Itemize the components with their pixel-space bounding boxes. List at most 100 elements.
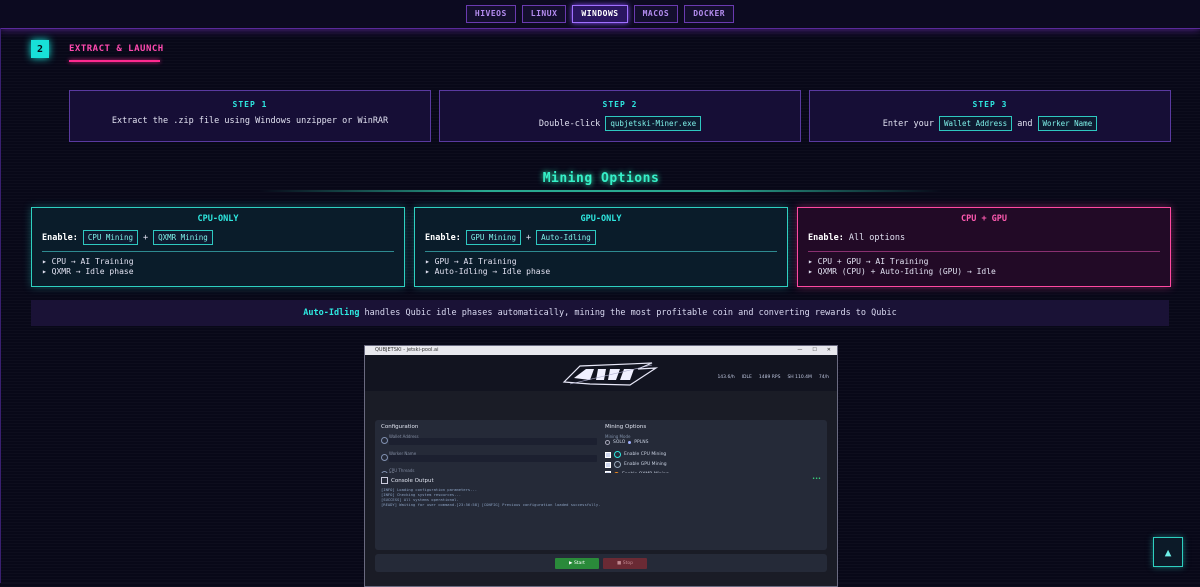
top-nav-bar: HIVEOS LINUX WINDOWS MACOS DOCKER [0, 0, 1200, 29]
app-action-bar: ▶ Start ■ Stop [375, 554, 827, 572]
checkbox-icon[interactable] [605, 461, 611, 468]
field-input[interactable] [389, 438, 597, 445]
config-title: Configuration [381, 424, 419, 430]
wallet-address-field[interactable]: Wallet Address [381, 434, 597, 445]
app-mining-title: Mining Options [605, 424, 647, 430]
tab-docker[interactable]: DOCKER [684, 5, 735, 23]
enable-label: Enable: [425, 232, 461, 243]
stat-rps: 1489 RPS [758, 375, 781, 380]
option-title: CPU + GPU [960, 214, 1008, 224]
section-title: EXTRACT & LAUNCH [69, 44, 164, 54]
step-text: Double-click [538, 118, 601, 129]
start-button[interactable]: ▶ Start [555, 558, 599, 569]
app-stats-bar: 143.6/h IDLE 1489 RPS SH 110.4M 74/h [717, 375, 829, 380]
wallet-address-code: Wallet Address [938, 116, 1013, 131]
stat-hashrate: 143.6/h [717, 375, 735, 380]
option-line: ▸ Auto-Idling → Idle phase [425, 267, 551, 276]
step-card-2: STEP 2 Double-click qubjetski-Miner.exe [439, 90, 801, 142]
cpu-icon [614, 451, 621, 458]
stat-shares: SH 110.4M [787, 375, 812, 380]
check-label: Enable CPU Mining [624, 452, 667, 457]
banner-highlight: Auto-Idling [303, 308, 360, 318]
mining-mode-radios: SOLO PPLNS [605, 440, 648, 445]
user-icon [381, 454, 388, 461]
option-divider [425, 251, 777, 252]
stop-button[interactable]: ■ Stop [603, 558, 647, 569]
step-text-and: and [1017, 118, 1033, 129]
worker-name-field[interactable]: Worker Name [381, 451, 597, 462]
option-title: CPU-ONLY [197, 214, 239, 224]
option-line: ▸ CPU + GPU → AI Training [808, 257, 929, 266]
plus-sign: + [525, 232, 532, 243]
mining-mode-label: Mining Mode [605, 434, 631, 439]
tab-hiveos[interactable]: HIVEOS [465, 5, 516, 23]
app-header: 143.6/h IDLE 1489 RPS SH 110.4M 74/h [365, 355, 837, 391]
tab-windows[interactable]: WINDOWS [572, 5, 628, 23]
console-log: [INFO] Loading configuration parameters.… [381, 487, 821, 507]
option-card-cpu-gpu: CPU + GPU Enable: All options ▸ CPU + GP… [797, 207, 1171, 287]
step-label: STEP 3 [972, 100, 1008, 109]
check-label: Enable GPU Mining [624, 462, 667, 467]
console-line: [READY] Waiting for user command.[23:56:… [381, 502, 601, 507]
mining-title-divider [259, 190, 942, 192]
close-icon[interactable]: ✕ [827, 346, 831, 355]
tag-auto-idling: Auto-Idling [536, 230, 596, 245]
miner-app-window: QUBJETSKI - jetski-pool.ai — ☐ ✕ 143.6/h… [364, 345, 838, 587]
step-label: STEP 1 [232, 100, 268, 109]
tab-macos[interactable]: MACOS [633, 5, 679, 23]
enable-label: Enable: [42, 232, 78, 243]
minimize-icon[interactable]: — [797, 346, 802, 355]
check-cpu-mining[interactable]: Enable CPU Mining [605, 451, 666, 458]
console-output-panel: Console Output ••• [INFO] Loading config… [375, 473, 827, 550]
gpu-icon [614, 461, 621, 468]
radio-solo-icon[interactable] [605, 440, 610, 445]
banner-text: handles Qubic idle phases automatically,… [364, 308, 897, 318]
app-window-title: QUBJETSKI - jetski-pool.ai [375, 347, 439, 353]
os-tabs: HIVEOS LINUX WINDOWS MACOS DOCKER [0, 5, 1200, 23]
mode-solo[interactable]: SOLO [613, 440, 625, 445]
exe-filename-code: qubjetski-Miner.exe [605, 116, 702, 131]
mode-pplns[interactable]: PPLNS [634, 440, 648, 445]
auto-idling-banner: Auto-Idling handles Qubic idle phases au… [31, 300, 1169, 326]
checkbox-icon[interactable] [605, 451, 611, 458]
stat-rate: 74/h [818, 375, 829, 380]
extract-launch-section: 2 EXTRACT & LAUNCH STEP 1 Extract the .z… [0, 28, 1200, 587]
option-divider [808, 251, 1160, 252]
check-gpu-mining[interactable]: Enable GPU Mining [605, 461, 667, 468]
section-title-underline [69, 60, 160, 62]
step-text: Extract the .zip file using Windows unzi… [111, 116, 389, 126]
option-line: ▸ QXMR → Idle phase [42, 267, 134, 276]
radio-pplns-icon[interactable] [628, 441, 632, 444]
stat-status: IDLE [741, 375, 752, 380]
terminal-icon [381, 477, 388, 484]
console-title: Console Output [391, 477, 434, 484]
worker-name-code: Worker Name [1037, 116, 1098, 131]
section-number-badge: 2 [31, 40, 49, 58]
mining-options-title: Mining Options [542, 171, 660, 186]
enable-all-text: All options [848, 233, 906, 243]
wallet-icon [381, 437, 388, 444]
scroll-to-top-button[interactable]: ▲ [1153, 537, 1183, 567]
maximize-icon[interactable]: ☐ [812, 346, 816, 355]
qubjetski-logo-icon [562, 362, 659, 386]
enable-label: Enable: [808, 233, 844, 243]
option-line: ▸ CPU → AI Training [42, 257, 134, 266]
option-line: ▸ GPU → AI Training [425, 257, 517, 266]
app-window-titlebar: QUBJETSKI - jetski-pool.ai — ☐ ✕ [365, 346, 837, 355]
option-card-gpu-only: GPU-ONLY Enable: GPU Mining + Auto-Idlin… [414, 207, 788, 287]
step-label: STEP 2 [602, 100, 638, 109]
tag-cpu-mining: CPU Mining [82, 230, 138, 245]
step-text: Enter your [882, 118, 934, 129]
step-card-3: STEP 3 Enter your Wallet Address and Wor… [809, 90, 1171, 142]
plus-sign: + [142, 232, 149, 243]
tag-gpu-mining: GPU Mining [465, 230, 521, 245]
tab-linux[interactable]: LINUX [521, 5, 567, 23]
option-title: GPU-ONLY [580, 214, 622, 224]
option-divider [42, 251, 394, 252]
option-line: ▸ QXMR (CPU) + Auto-Idling (GPU) → Idle [808, 267, 996, 276]
field-input[interactable] [389, 455, 597, 462]
step-card-1: STEP 1 Extract the .zip file using Windo… [69, 90, 431, 142]
console-status-dots-icon: ••• [812, 476, 821, 482]
tag-qxmr-mining: QXMR Mining [153, 230, 213, 245]
option-card-cpu-only: CPU-ONLY Enable: CPU Mining + QXMR Minin… [31, 207, 405, 287]
